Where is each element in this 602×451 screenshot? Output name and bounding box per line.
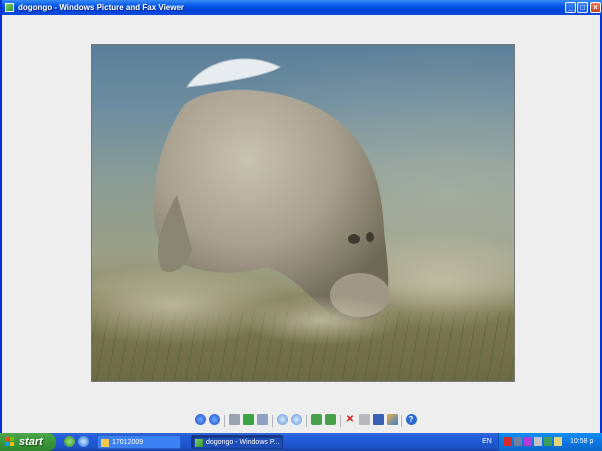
start-button[interactable]: start — [0, 433, 56, 451]
language-indicator[interactable]: EN — [476, 433, 498, 451]
window-title: dogongo - Windows Picture and Fax Viewer — [18, 3, 185, 12]
rotate-counterclockwise-button[interactable] — [324, 414, 336, 426]
previous-image-button[interactable] — [194, 414, 206, 426]
question-icon: ? — [405, 414, 417, 425]
next-image-button[interactable] — [208, 414, 220, 426]
print-button[interactable] — [358, 414, 370, 426]
volume-icon[interactable] — [554, 437, 562, 446]
messenger-icon[interactable] — [524, 437, 532, 446]
picture-viewer-icon — [195, 439, 203, 447]
rotate-cw-icon — [310, 414, 322, 425]
sync-icon[interactable] — [544, 437, 552, 446]
displayed-image[interactable] — [91, 44, 515, 382]
network-icon[interactable] — [514, 437, 522, 446]
zoom-out-button[interactable] — [290, 414, 302, 426]
taskbar-item-label: dogongo - Windows P... — [206, 439, 280, 446]
taskbar: start 17012009 dogongo - Windows P... EN… — [0, 433, 602, 451]
toolbar-separator — [306, 415, 307, 427]
rotate-ccw-icon — [324, 414, 336, 425]
slideshow-icon — [256, 414, 268, 425]
taskbar-item-folder[interactable]: 17012009 — [97, 435, 181, 449]
best-fit-button[interactable] — [228, 414, 240, 426]
taskbar-item-label: 17012009 — [112, 439, 144, 446]
save-button[interactable] — [372, 414, 384, 426]
arrow-right-circle-icon — [208, 414, 220, 425]
zoom-in-button[interactable] — [276, 414, 288, 426]
minimize-button[interactable]: _ — [565, 2, 576, 13]
antivirus-icon[interactable] — [504, 437, 512, 446]
image-toolbar: ✕ ? — [192, 414, 422, 430]
help-button[interactable]: ? — [405, 414, 417, 426]
magnifier-plus-icon — [276, 414, 288, 425]
connection-icon[interactable] — [534, 437, 542, 446]
red-x-icon: ✕ — [345, 414, 355, 425]
delete-button[interactable]: ✕ — [344, 414, 356, 426]
actual-size-icon — [242, 414, 254, 425]
dugong-nostril-right — [366, 232, 374, 242]
toolbar-separator — [340, 415, 341, 427]
quick-launch-icon[interactable] — [64, 436, 75, 447]
rotate-clockwise-button[interactable] — [310, 414, 322, 426]
internet-explorer-icon[interactable] — [78, 436, 89, 447]
actual-size-button[interactable] — [242, 414, 254, 426]
start-label: start — [19, 436, 43, 448]
best-fit-icon — [228, 414, 240, 425]
remora-fish — [186, 58, 282, 88]
folder-icon — [101, 439, 109, 447]
title-bar[interactable]: dogongo - Windows Picture and Fax Viewer… — [2, 0, 602, 15]
edit-button[interactable] — [386, 414, 398, 426]
toolbar-separator — [401, 415, 402, 427]
sand-cloud-front — [242, 295, 402, 345]
printer-icon — [358, 414, 370, 425]
toolbar-separator — [272, 415, 273, 427]
dugong-nostril-left — [348, 234, 360, 244]
clock: 10:58 p — [570, 438, 594, 445]
picture-viewer-icon — [5, 3, 14, 12]
dugong-illustration — [92, 58, 514, 345]
arrow-left-circle-icon — [194, 414, 206, 425]
slideshow-button[interactable] — [256, 414, 268, 426]
floppy-icon — [372, 414, 384, 425]
close-button[interactable]: × — [590, 2, 601, 13]
windows-logo-icon — [5, 437, 15, 447]
toolbar-separator — [224, 415, 225, 427]
paint-icon — [386, 414, 398, 425]
taskbar-item-picture-viewer[interactable]: dogongo - Windows P... — [191, 435, 283, 449]
maximize-button[interactable]: □ — [577, 2, 588, 13]
picture-viewer-window: dogongo - Windows Picture and Fax Viewer… — [0, 0, 602, 433]
magnifier-minus-icon — [290, 414, 302, 425]
